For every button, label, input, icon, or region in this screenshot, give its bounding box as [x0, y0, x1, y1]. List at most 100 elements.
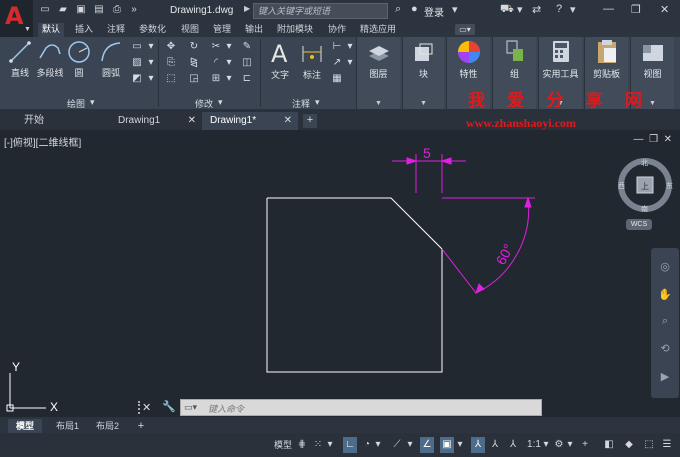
open-folder-icon[interactable]: ▰	[57, 4, 69, 16]
exchange-icon[interactable]: ⇄	[532, 3, 541, 16]
pan-icon[interactable]: ✋	[658, 288, 672, 302]
gradient-icon[interactable]: ◩	[130, 72, 144, 86]
isodraft-icon[interactable]: ⟋	[390, 437, 404, 453]
text-button[interactable]: A 文字	[266, 40, 294, 81]
new-file-icon[interactable]: ▭	[39, 4, 51, 16]
tab-featured-apps[interactable]: 精选应用	[356, 23, 400, 37]
zoom-icon[interactable]: ⌕	[658, 314, 672, 328]
tab-parametric[interactable]: 参数化	[135, 23, 170, 37]
object-snap-tracking-icon[interactable]: ∠	[420, 437, 434, 453]
save-as-icon[interactable]: ▤	[93, 4, 105, 16]
viewcube-north[interactable]: 北	[641, 159, 648, 167]
table-icon[interactable]: ▦	[330, 72, 344, 86]
isolate-objects-icon[interactable]: ◧	[602, 437, 616, 453]
polyline-button[interactable]: 多段线	[34, 40, 66, 79]
cart-icon[interactable]: ⛟	[500, 3, 514, 17]
tab-insert[interactable]: 插入	[71, 23, 97, 37]
auto-scale-icon[interactable]: ⅄	[506, 437, 520, 453]
close-icon[interactable]: ✕	[188, 112, 196, 129]
tab-view[interactable]: 视图	[177, 23, 203, 37]
drawing-canvas[interactable]: 我 爱 分 享 网 www.zhanshaoyi.com [-]俯视][二维线框…	[0, 91, 680, 417]
stretch-icon[interactable]: ⬚	[164, 72, 178, 86]
chevron-down-icon[interactable]: ▾	[456, 437, 464, 453]
tab-addins[interactable]: 附加模块	[273, 23, 317, 37]
tab-drawing1-modified[interactable]: Drawing1* ✕	[202, 112, 298, 130]
search-expand-icon[interactable]: ▶	[244, 4, 250, 13]
plot-icon[interactable]: ⎙	[111, 4, 123, 16]
fillet-icon[interactable]: ◜	[209, 56, 223, 70]
tab-manage[interactable]: 管理	[209, 23, 235, 37]
chevron-down-icon[interactable]: ▾	[374, 437, 382, 453]
chevron-down-icon[interactable]: ▾	[343, 40, 357, 54]
command-line-input[interactable]: ▭▾ 键入命令	[180, 399, 542, 416]
tab-home[interactable]: 默认	[38, 23, 65, 37]
help-icon[interactable]: ?	[556, 3, 562, 15]
new-tab-button[interactable]: +	[303, 114, 317, 128]
chevron-down-icon[interactable]: ▾	[343, 56, 357, 70]
model-space-button[interactable]: 模型	[272, 437, 294, 453]
layers-panel[interactable]: 图层 ▼	[356, 37, 400, 109]
hardware-acceleration-icon[interactable]: ◆	[622, 437, 636, 453]
annotation-scale-value[interactable]: 1:1	[524, 437, 544, 453]
chevron-down-icon[interactable]: ▾	[406, 437, 414, 453]
annotation-scale-icon[interactable]: ⅄	[471, 437, 485, 453]
tab-layout2[interactable]: 布局2	[88, 419, 127, 433]
chevron-down-icon[interactable]: ▾	[222, 72, 236, 86]
close-icon[interactable]: ✕	[142, 401, 151, 414]
more-tools-icon[interactable]: »	[128, 4, 140, 16]
chevron-down-icon[interactable]: ▾	[517, 3, 523, 16]
minimize-icon[interactable]: —	[603, 3, 614, 15]
save-icon[interactable]: ▣	[75, 4, 87, 16]
viewcube-east[interactable]: 东	[666, 181, 673, 190]
mirror-icon[interactable]: ⧎	[187, 56, 201, 70]
login-button[interactable]: 登录	[424, 4, 444, 19]
search-icon[interactable]: ⌕	[395, 3, 401, 16]
chevron-down-icon[interactable]: ▾	[542, 437, 550, 453]
leader-icon[interactable]: ↗	[330, 56, 344, 70]
chevron-down-icon[interactable]: ▾	[222, 40, 236, 54]
chevron-down-icon[interactable]: ▾	[326, 437, 334, 453]
close-icon[interactable]: ✕	[660, 3, 669, 16]
chevron-down-icon[interactable]: ▾	[452, 3, 458, 16]
wrench-icon[interactable]: 🔧	[162, 400, 176, 413]
customize-menu-icon[interactable]: ☰	[660, 437, 674, 453]
polar-icon[interactable]: ◔	[360, 437, 374, 453]
showmotion-icon[interactable]: ▶	[658, 370, 672, 384]
add-layout-button[interactable]: +	[135, 420, 147, 432]
chevron-down-icon[interactable]: ▾	[315, 97, 320, 108]
tab-annotate[interactable]: 注释	[103, 23, 129, 37]
grid-icon[interactable]: ⋕	[296, 437, 308, 453]
scale-icon[interactable]: ◲	[187, 72, 201, 86]
command-line-grip[interactable]	[138, 401, 141, 414]
offset-icon[interactable]: ⊏	[240, 72, 254, 86]
search-input[interactable]: 键入关键字或短语	[253, 3, 388, 19]
explode-icon[interactable]: ◫	[240, 56, 254, 70]
object-snap-icon[interactable]: ▣	[440, 437, 454, 453]
move-icon[interactable]: ✥	[164, 40, 178, 54]
viewcube[interactable]: 北 南 东 西 上	[615, 155, 675, 215]
viewcube-south[interactable]: 南	[641, 204, 648, 213]
chevron-down-icon[interactable]: ▾	[570, 3, 576, 16]
restore-icon[interactable]: ❐	[631, 3, 641, 16]
rectangle-icon[interactable]: ▭	[130, 40, 144, 54]
dimension-button[interactable]: 标注	[298, 40, 326, 81]
user-icon[interactable]: ●	[411, 3, 418, 15]
steering-wheel-icon[interactable]: ◎	[658, 260, 672, 274]
clean-screen-icon[interactable]: ⬚	[642, 437, 656, 453]
ortho-icon[interactable]: ∟	[343, 437, 357, 453]
annotation-visibility-icon[interactable]: ⅄	[488, 437, 502, 453]
ribbon-toggle-button[interactable]: ▭▾	[455, 24, 475, 35]
circle-button[interactable]: 圆	[66, 40, 92, 79]
chevron-down-icon[interactable]: ▾	[144, 56, 158, 70]
trim-icon[interactable]: ✂	[209, 40, 223, 54]
tab-start[interactable]: 开始	[16, 112, 104, 130]
tab-collaborate[interactable]: 协作	[324, 23, 350, 37]
chamfered-rectangle[interactable]	[266, 197, 443, 373]
add-icon[interactable]: +	[578, 437, 592, 453]
chevron-down-icon[interactable]: ▾	[218, 97, 223, 108]
line-button[interactable]: 直线	[6, 40, 34, 79]
wcs-menu[interactable]: WCS	[626, 219, 652, 230]
copy-icon[interactable]: ⎘	[164, 56, 178, 70]
erase-icon[interactable]: ✎	[240, 40, 254, 54]
viewcube-west[interactable]: 西	[618, 182, 625, 190]
